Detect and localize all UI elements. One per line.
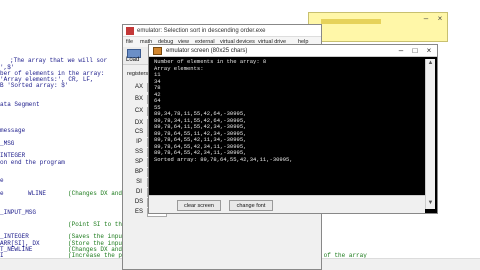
- code-line: B 'Sorted array: $': [0, 82, 69, 89]
- code-line: (Changes DX and: [68, 190, 123, 197]
- register-si-label: SI: [136, 179, 142, 185]
- register-di-label: DI: [136, 189, 142, 195]
- code-line: message: [0, 127, 26, 134]
- register-ss-label: SS: [134, 149, 143, 155]
- register-ax-label: AX: [134, 84, 143, 90]
- code-line: _INPUT_MSG: [0, 209, 37, 216]
- emulator-screen-app-icon: [153, 47, 162, 55]
- register-cs-label: CS: [134, 129, 144, 135]
- register-dx-label: DX: [134, 120, 144, 126]
- maximize-icon[interactable]: □: [409, 46, 421, 56]
- console-line: Array elements:: [154, 64, 204, 72]
- register-ds-label: DS: [134, 199, 144, 205]
- emulator-app-icon: [126, 27, 134, 35]
- close-icon[interactable]: ×: [435, 15, 445, 23]
- emulator-screen-titlebar[interactable]: emulator screen (80x25 chars) – □ ×: [149, 45, 437, 57]
- emulator-screen-title: emulator screen (80x25 chars): [166, 48, 248, 54]
- code-line: T_NEWLINE: [0, 246, 33, 253]
- minimize-icon[interactable]: –: [395, 46, 407, 56]
- register-sp-label: SP: [134, 159, 143, 165]
- code-line: INTEGER: [0, 152, 26, 159]
- code-line: WLINE: [28, 190, 47, 197]
- register-cx-label: CX: [134, 108, 144, 114]
- menu-file[interactable]: file: [126, 39, 133, 46]
- emulator-title: emulator: Selection sort in descending o…: [137, 28, 266, 34]
- emulator-screen-window: emulator screen (80x25 chars) – □ × Numb…: [148, 44, 438, 214]
- minimize-icon[interactable]: –: [421, 15, 431, 23]
- background-window-title-strip: [321, 19, 381, 24]
- change-font-button[interactable]: change font: [229, 200, 273, 211]
- code-line: e: [0, 177, 4, 184]
- registers-heading: registers: [127, 71, 149, 77]
- register-es-label: ES: [134, 209, 143, 215]
- register-bx-label: BX: [134, 96, 143, 102]
- register-ip-label: IP: [136, 139, 142, 145]
- code-line: _INTEGER: [0, 233, 29, 240]
- emulator-screen-button-bar: clear screen change font: [149, 195, 425, 213]
- code-line: ata Segment: [0, 101, 40, 108]
- load-button-label[interactable]: Load: [126, 57, 139, 64]
- background-window[interactable]: – ×: [308, 12, 448, 42]
- console-output[interactable]: Number of elements in the array: 8 Array …: [153, 59, 399, 187]
- code-line: on end the program: [0, 159, 65, 166]
- close-icon[interactable]: ×: [423, 46, 435, 56]
- console-line: Sorted array: 89,78,64,55,42,34,11,-3099…: [154, 155, 293, 163]
- console-vertical-scrollbar[interactable]: ▲ ▼: [425, 59, 435, 209]
- register-bp-label: BP: [134, 169, 143, 175]
- scroll-down-icon[interactable]: ▼: [426, 199, 435, 208]
- scroll-up-icon[interactable]: ▲: [426, 59, 435, 68]
- clear-screen-button[interactable]: clear screen: [177, 200, 221, 211]
- emulator-titlebar[interactable]: emulator: Selection sort in descending o…: [123, 25, 321, 37]
- code-line: e: [0, 190, 4, 197]
- code-line: ;The array that we will sor: [10, 57, 108, 64]
- code-line: _MSG: [0, 140, 15, 147]
